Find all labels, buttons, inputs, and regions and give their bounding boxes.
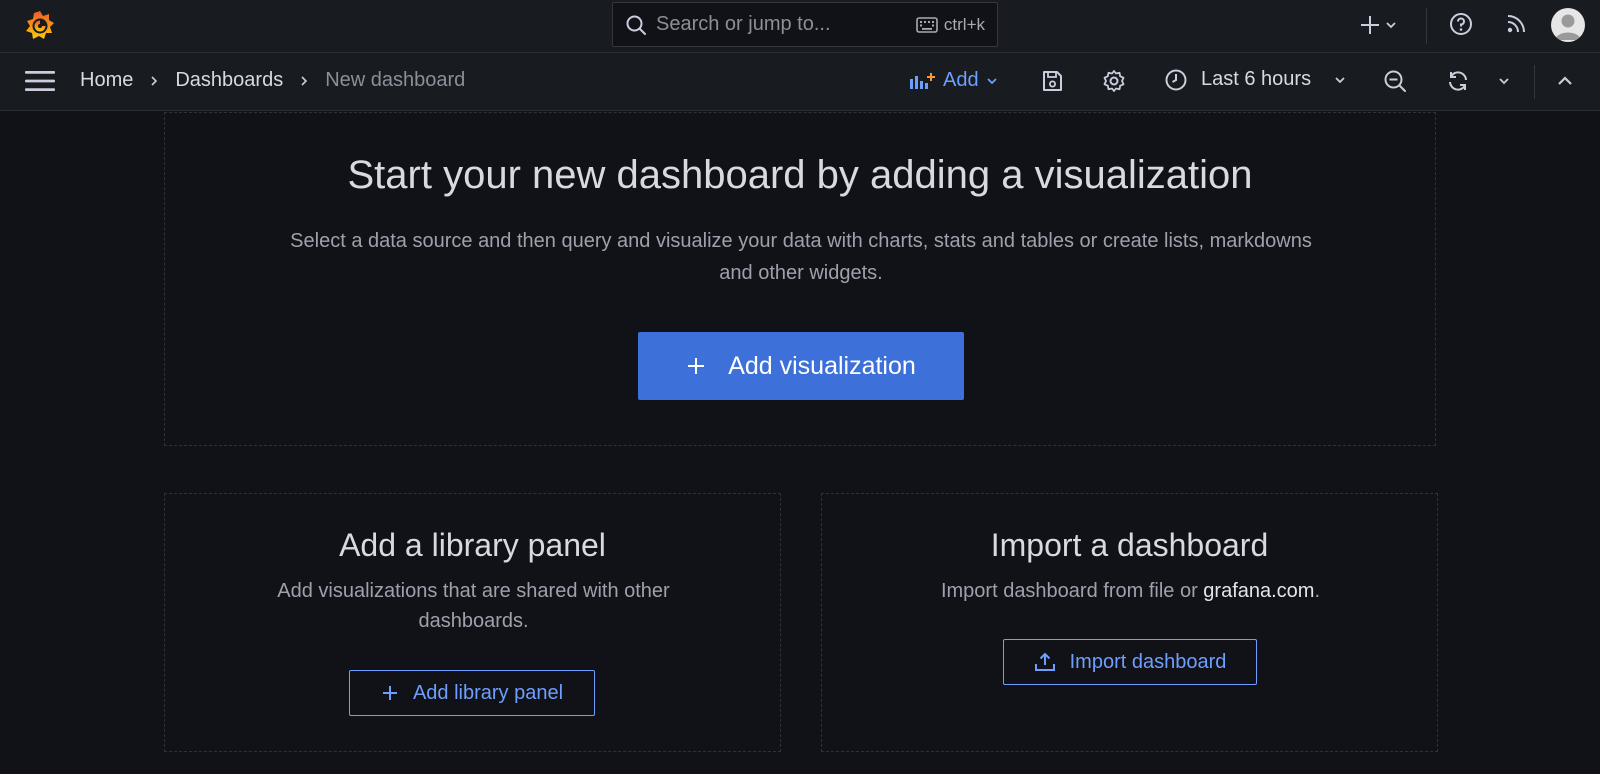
grafana-com-link[interactable]: grafana.com xyxy=(1203,580,1314,602)
chevron-up-icon[interactable] xyxy=(1556,72,1574,90)
avatar[interactable] xyxy=(1551,8,1585,42)
menu-icon[interactable] xyxy=(25,70,55,92)
breadcrumb-dashboards[interactable]: Dashboards xyxy=(175,69,283,92)
search-bar[interactable]: Search or jump to... ctrl+k xyxy=(612,2,998,47)
breadcrumb: Home Dashboards New dashboard xyxy=(80,69,465,92)
import-description-text: Import dashboard from file or xyxy=(940,580,1204,602)
import-card-title: Import a dashboard xyxy=(990,527,1269,563)
divider xyxy=(1534,65,1535,99)
add-library-panel-button[interactable]: Add library panel xyxy=(349,670,595,716)
add-visualization-button[interactable]: Add visualization xyxy=(638,332,964,400)
import-dashboard-button[interactable]: Import dashboard xyxy=(1003,639,1257,685)
hero-description: Select a data source and then query and … xyxy=(290,230,1312,284)
import-dashboard-card: Import a dashboard Import dashboard from… xyxy=(821,493,1438,752)
gear-icon[interactable] xyxy=(1102,69,1126,93)
breadcrumb-home[interactable]: Home xyxy=(80,69,133,92)
chevron-down-icon[interactable] xyxy=(1497,74,1511,88)
library-card-description: Add visualizations that are shared with … xyxy=(277,580,670,632)
add-library-panel-label: Add library panel xyxy=(412,681,564,704)
library-card-title: Add a library panel xyxy=(339,527,606,563)
keyboard-icon xyxy=(916,16,938,33)
rss-icon[interactable] xyxy=(1506,12,1528,34)
add-button[interactable]: Add xyxy=(909,69,999,92)
upload-icon xyxy=(1034,652,1055,671)
refresh-icon[interactable] xyxy=(1446,69,1470,93)
dashboard-toolbar: Home Dashboards New dashboard Add Last 6 xyxy=(0,53,1600,111)
chevron-right-icon xyxy=(151,75,158,86)
chevron-right-icon xyxy=(301,75,308,86)
time-range-picker[interactable]: Last 6 hours xyxy=(1165,68,1347,91)
add-button-label: Add xyxy=(943,69,979,91)
zoom-out-icon[interactable] xyxy=(1383,69,1407,93)
import-description-end: . xyxy=(1314,580,1321,602)
time-range-label: Last 6 hours xyxy=(1201,68,1312,90)
import-card-description: Import dashboard from file or grafana.co… xyxy=(882,576,1379,606)
help-icon[interactable] xyxy=(1449,12,1473,36)
new-menu-button[interactable] xyxy=(1360,12,1400,38)
search-placeholder[interactable]: Search or jump to... xyxy=(656,13,916,36)
plus-icon xyxy=(688,358,705,374)
empty-dashboard-hero: Start your new dashboard by adding a vis… xyxy=(164,112,1436,446)
chevron-down-icon xyxy=(986,77,997,84)
add-panel-icon xyxy=(910,72,935,89)
chevron-down-icon xyxy=(1335,76,1345,83)
library-panel-card: Add a library panel Add visualizations t… xyxy=(164,493,781,752)
plus-icon xyxy=(382,686,397,700)
grafana-logo-icon[interactable] xyxy=(24,8,56,44)
breadcrumb-current: New dashboard xyxy=(325,69,466,91)
clock-icon xyxy=(1165,69,1187,90)
save-icon[interactable] xyxy=(1041,70,1063,92)
divider xyxy=(1426,8,1427,44)
search-icon xyxy=(626,15,646,35)
top-bar: Search or jump to... ctrl+k xyxy=(0,0,1600,53)
import-dashboard-label: Import dashboard xyxy=(1069,650,1227,673)
add-visualization-label: Add visualization xyxy=(728,351,916,380)
hero-title: Start your new dashboard by adding a vis… xyxy=(347,153,1253,197)
search-shortcut: ctrl+k xyxy=(943,14,985,34)
